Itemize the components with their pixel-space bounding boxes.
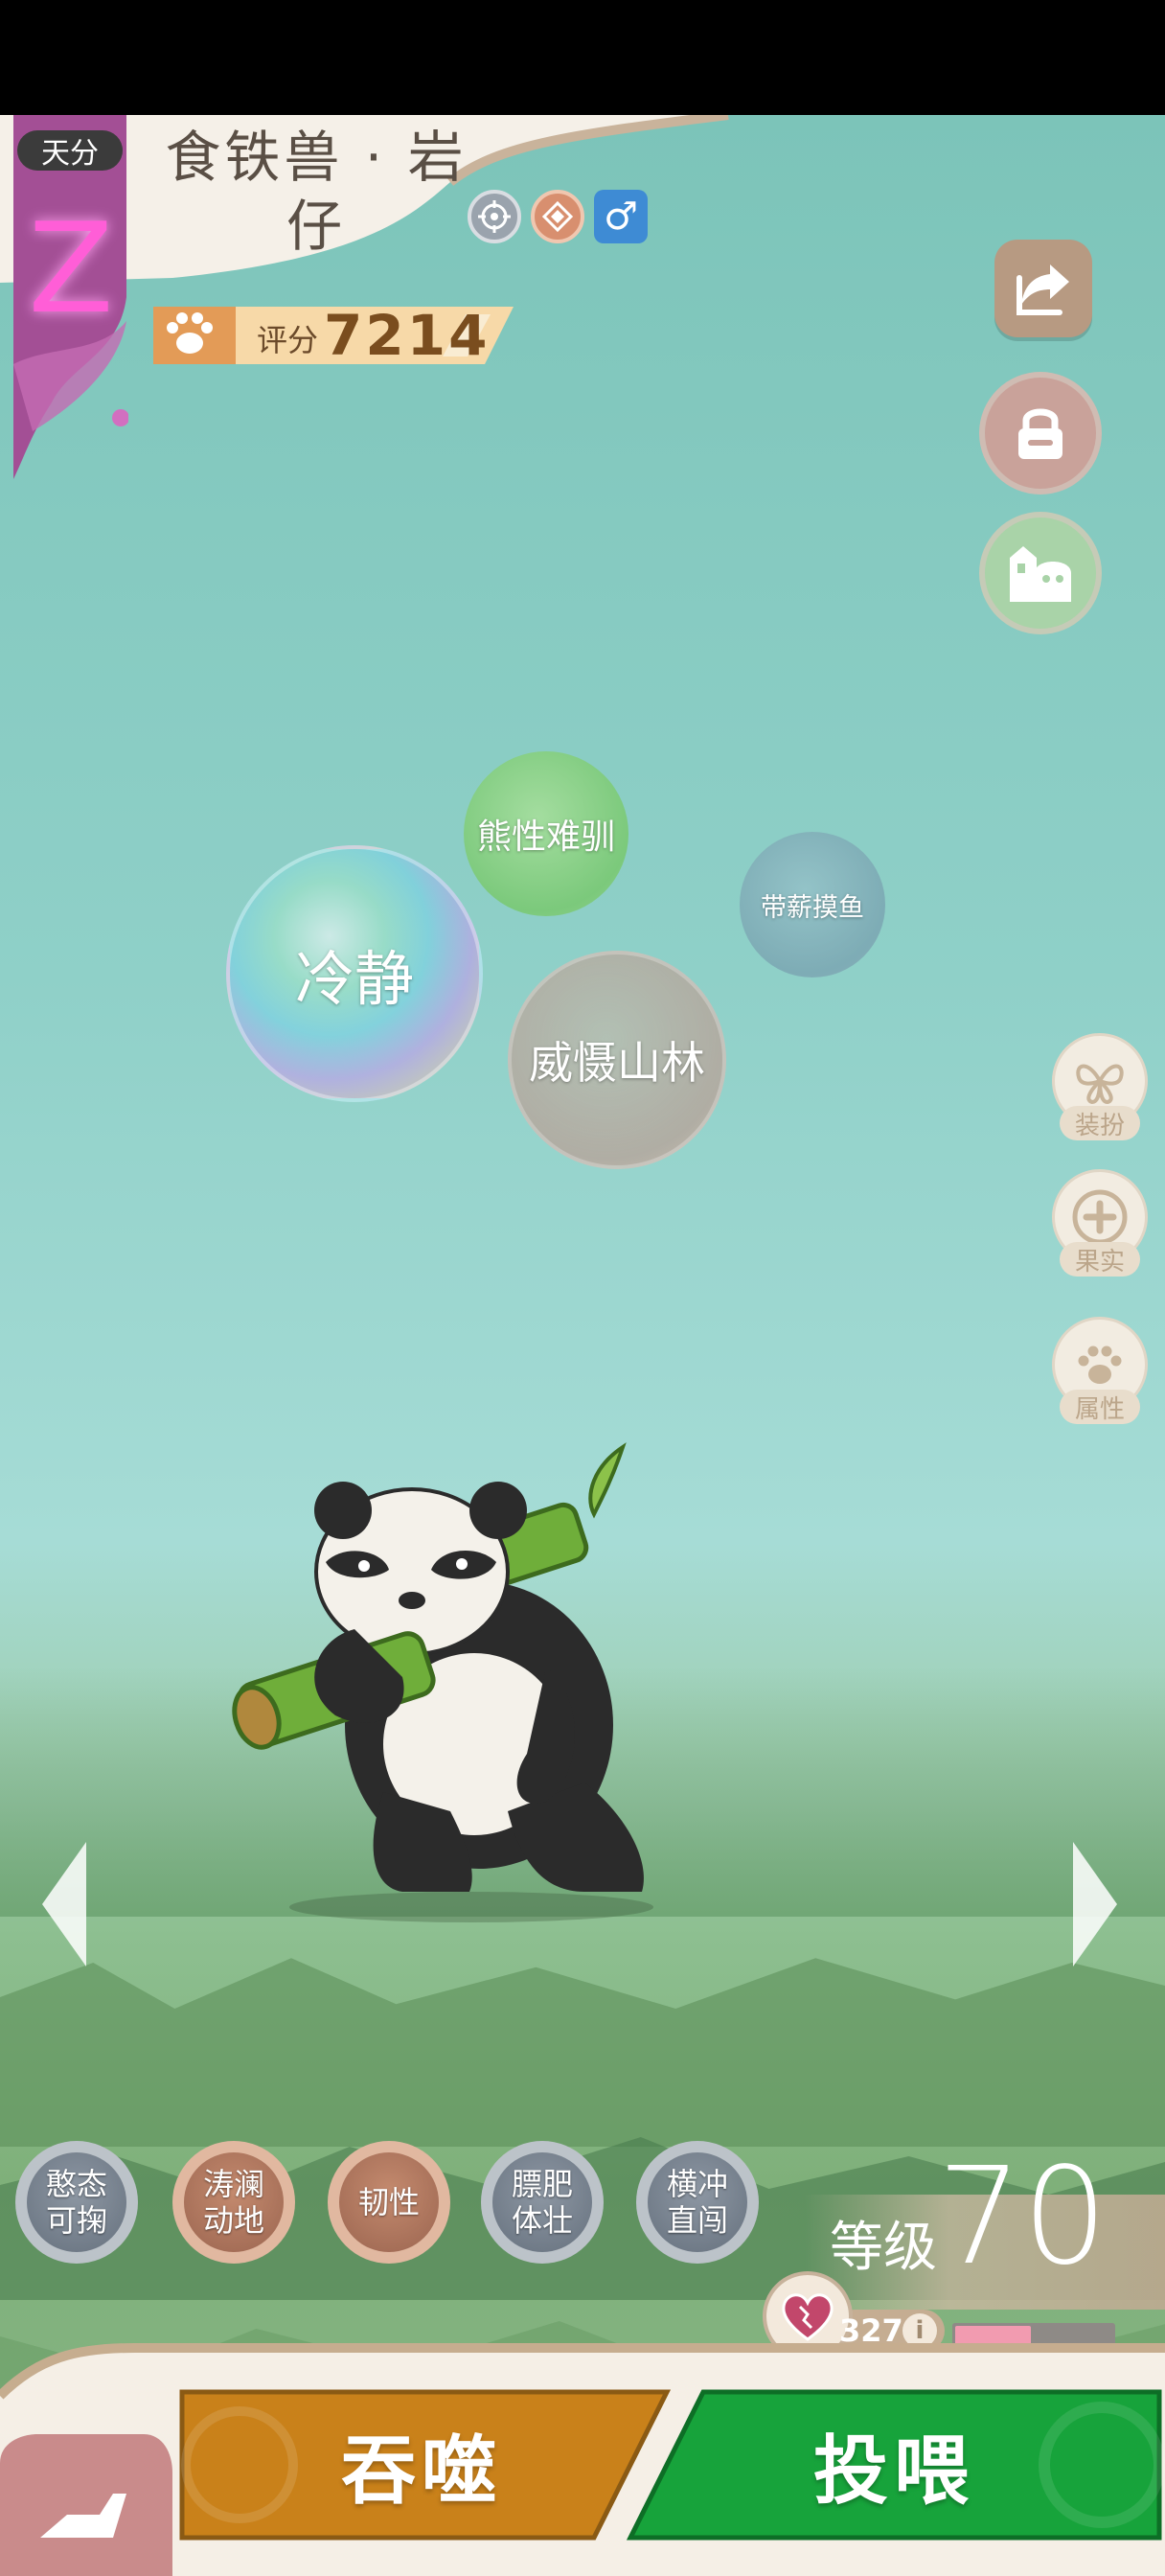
- feed-label: 投喂: [812, 2428, 974, 2515]
- paw-icon: [159, 303, 220, 364]
- rank-letter: Z: [28, 196, 114, 341]
- side-button-outfit[interactable]: 装扮: [1052, 1033, 1148, 1140]
- skill-text: 膘肥 体壮: [492, 2152, 592, 2252]
- share-button[interactable]: [994, 240, 1092, 337]
- male-icon[interactable]: ♂: [594, 190, 648, 243]
- home-icon: [1010, 546, 1071, 602]
- side-button-label: 装扮: [1060, 1106, 1140, 1140]
- previous-arrow-button[interactable]: [38, 1842, 92, 1966]
- pet-name-line2: 仔: [286, 194, 346, 259]
- skill-text: 韧性: [339, 2152, 439, 2252]
- score-value: 7214: [324, 303, 491, 368]
- devour-label: 吞噬: [340, 2428, 502, 2515]
- feed-button[interactable]: 投喂: [623, 2384, 1165, 2545]
- trait-bubble[interactable]: 威慑山林: [508, 951, 726, 1169]
- level-label: 等级: [830, 2217, 937, 2279]
- level-value: 70: [937, 2139, 1108, 2295]
- fire-badge-icon[interactable]: [531, 190, 584, 243]
- pet-name: 食铁兽 · 岩 仔: [144, 123, 489, 261]
- chevron-left-icon: [42, 1842, 86, 1966]
- trait-bubble[interactable]: 冷静: [226, 845, 483, 1102]
- lock-button[interactable]: [979, 372, 1102, 494]
- home-button[interactable]: [979, 512, 1102, 634]
- type-icons: ♂: [468, 190, 648, 247]
- side-button-label: 果实: [1060, 1242, 1140, 1276]
- skill-badge[interactable]: 横冲 直闯: [636, 2141, 759, 2264]
- corner-menu-button[interactable]: [0, 2434, 172, 2576]
- trait-bubble[interactable]: 带薪摸鱼: [740, 832, 885, 978]
- chevron-right-icon: [1073, 1842, 1117, 1966]
- devour-button[interactable]: 吞噬: [172, 2384, 672, 2545]
- next-arrow-button[interactable]: [1067, 1842, 1121, 1966]
- skill-text: 憨态 可掬: [27, 2152, 126, 2252]
- side-button-label: 属性: [1060, 1390, 1140, 1424]
- target-icon[interactable]: [468, 190, 521, 243]
- lock-icon: [1018, 408, 1062, 459]
- grass-layer: [0, 1958, 1165, 2147]
- score-label: 评分: [257, 322, 319, 358]
- side-button-attributes[interactable]: 属性: [1052, 1317, 1148, 1424]
- skill-text: 横冲 直闯: [648, 2152, 747, 2252]
- trait-bubble[interactable]: 熊性难驯: [464, 751, 628, 916]
- skill-badge[interactable]: 韧性: [328, 2141, 450, 2264]
- skill-badge[interactable]: 憨态 可掬: [15, 2141, 138, 2264]
- panda-character[interactable]: [220, 1428, 719, 1926]
- skill-badge[interactable]: 涛澜 动地: [172, 2141, 295, 2264]
- skill-text: 涛澜 动地: [184, 2152, 284, 2252]
- share-icon: [1017, 264, 1069, 315]
- skill-badge[interactable]: 膘肥 体壮: [481, 2141, 604, 2264]
- pet-name-line1: 食铁兽 · 岩: [165, 125, 468, 190]
- rank-tag: 天分: [17, 130, 123, 171]
- side-button-fruit[interactable]: 果实: [1052, 1169, 1148, 1276]
